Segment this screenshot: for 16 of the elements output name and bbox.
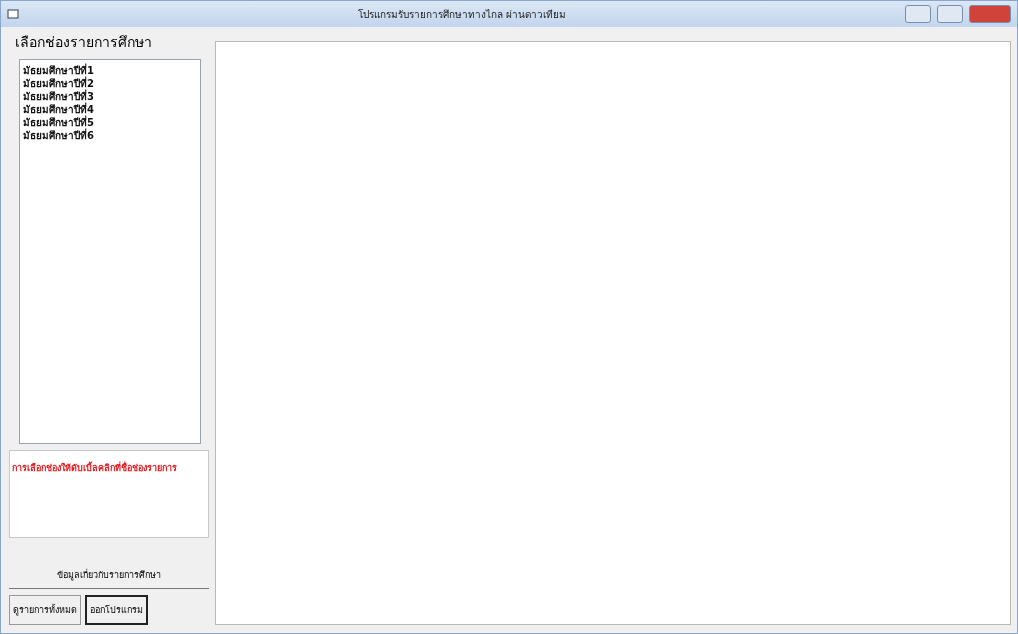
list-item[interactable]: มัธยมศึกษาปีที่5 bbox=[23, 116, 197, 129]
notice-text: การเลือกช่องให้ดับเบิ้ลคลิกที่ชื่อช่องรายการ bbox=[9, 450, 209, 538]
list-item[interactable]: มัธยมศึกษาปีที่6 bbox=[23, 129, 197, 142]
list-item[interactable]: มัธยมศึกษาปีที่3 bbox=[23, 90, 197, 103]
minimize-button[interactable] bbox=[905, 5, 931, 23]
window-icon bbox=[7, 9, 19, 19]
list-item[interactable]: มัธยมศึกษาปีที่2 bbox=[23, 77, 197, 90]
group-title: เลือกช่องรายการศึกษา bbox=[14, 33, 153, 52]
maximize-button[interactable] bbox=[937, 5, 963, 23]
close-button[interactable] bbox=[969, 5, 1011, 23]
action-button[interactable]: ดูรายการทั้งหมด bbox=[9, 595, 81, 625]
action-button[interactable]: ออกโปรแกรม bbox=[85, 595, 148, 625]
info-label: ข้อมูลเกี่ยวกับรายการศึกษา bbox=[9, 568, 209, 589]
list-item[interactable]: มัธยมศึกษาปีที่1 bbox=[23, 64, 197, 77]
window-title: โปรแกรมรับรายการศึกษาทางไกล ผ่านดาวเทียม bbox=[356, 7, 568, 22]
list-item[interactable]: มัธยมศึกษาปีที่4 bbox=[23, 103, 197, 116]
